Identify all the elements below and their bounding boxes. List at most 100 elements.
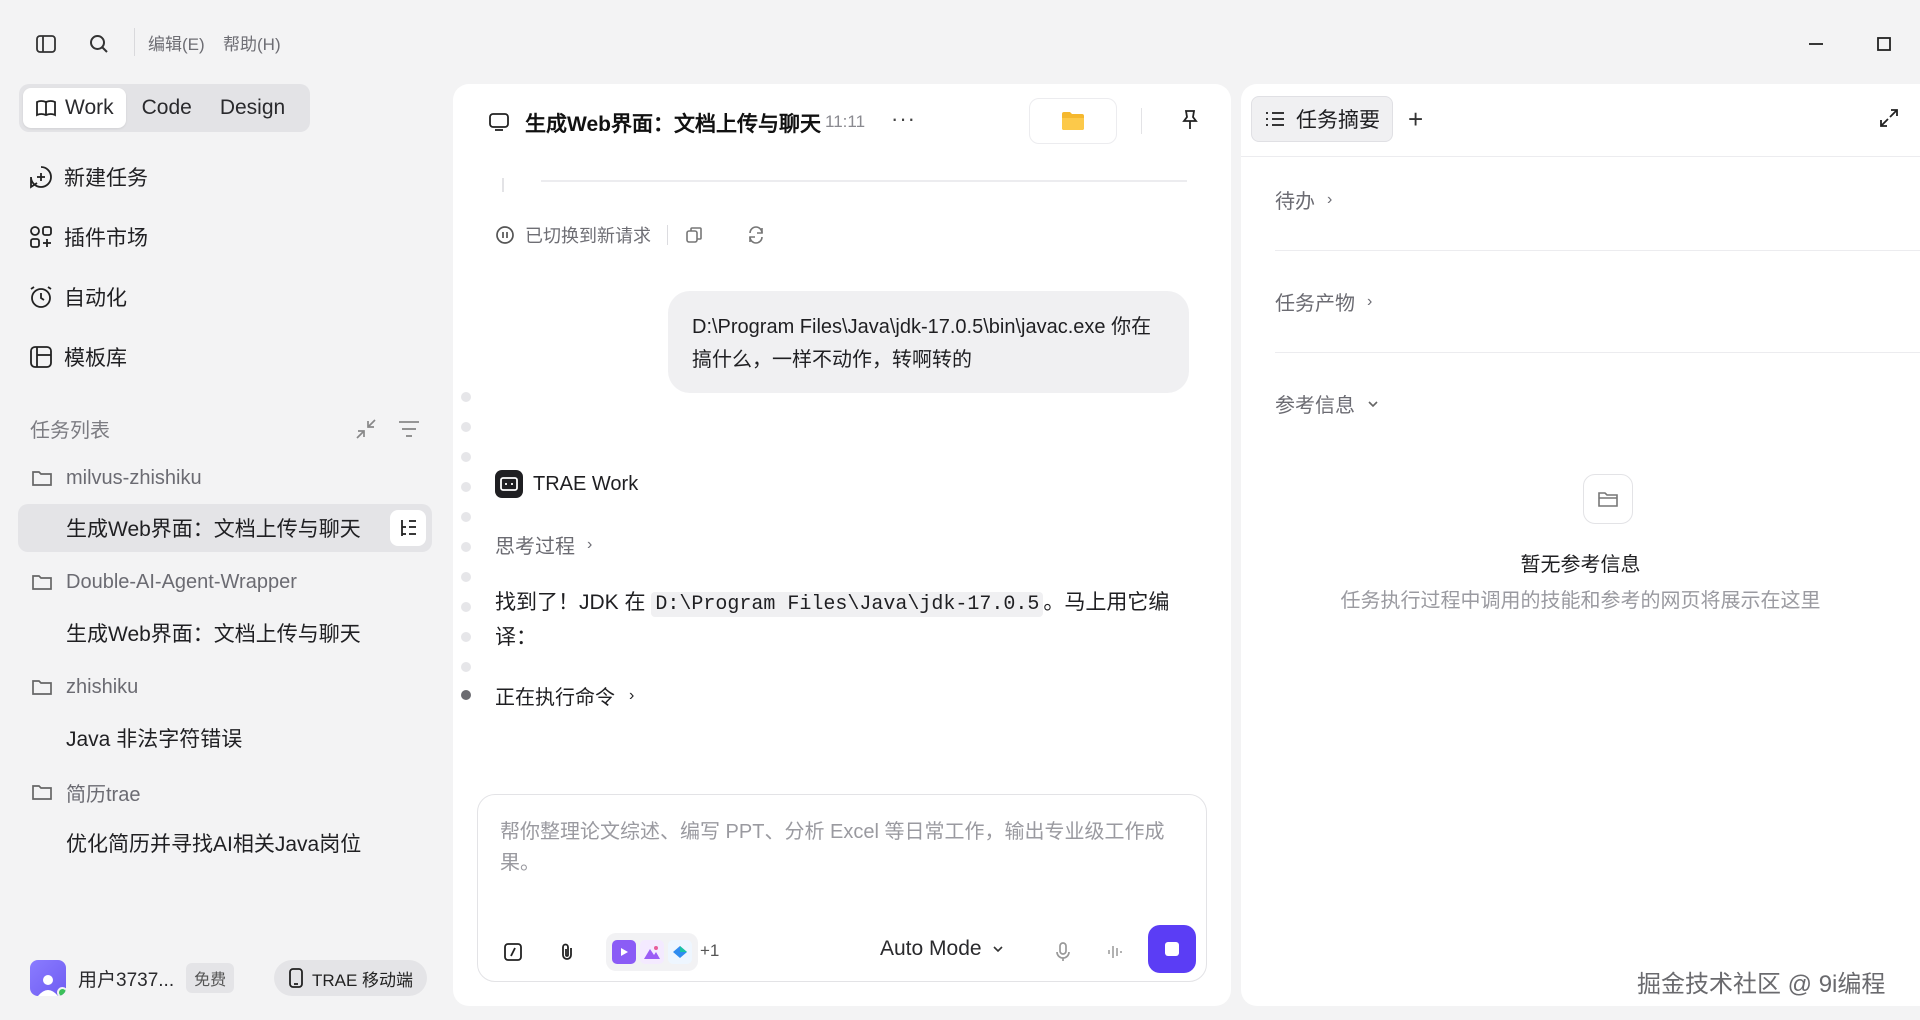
user-message-line: 搞什么，一样不动作，转啊转的	[692, 349, 972, 371]
divider	[667, 225, 668, 245]
nav-new-task[interactable]: 新建任务	[28, 157, 148, 197]
phone-icon	[289, 968, 303, 988]
running-command-toggle[interactable]: 正在执行命令 ›	[495, 681, 634, 710]
skills-group[interactable]	[606, 933, 698, 971]
message-composer[interactable]: 帮你整理论文综述、编写 PPT、分析 Excel 等日常工作，输出专业级工作成 …	[477, 794, 1207, 982]
add-tab-button[interactable]: +	[1408, 106, 1423, 132]
composer-placeholder[interactable]: 帮你整理论文综述、编写 PPT、分析 Excel 等日常工作，输出专业级工作成 …	[500, 817, 1180, 879]
agent-answer: 找到了！JDK 在 D:\Program Files\Java\jdk-17.0…	[495, 586, 1195, 654]
folder-icon	[32, 575, 52, 590]
design-skill-icon	[668, 940, 692, 964]
empty-folder-icon	[1583, 474, 1633, 524]
folder-icon	[32, 471, 52, 486]
filter-icon[interactable]	[396, 416, 422, 442]
mobile-app-label: TRAE 移动端	[312, 970, 414, 990]
divider	[1275, 352, 1920, 353]
chevron-right-icon: ›	[1367, 292, 1373, 310]
chat-panel: 生成Web界面：文档上传与聊天 11:11 ··· 已切换到新请求 D:\Pro…	[453, 84, 1231, 1006]
attachment-icon[interactable]	[552, 937, 582, 967]
template-icon	[30, 346, 52, 368]
task-outline-button[interactable]	[390, 510, 426, 546]
watermark: 掘金技术社区 @ 9i编程	[1637, 971, 1886, 998]
more-skills-count[interactable]: +1	[700, 941, 719, 961]
more-options-button[interactable]: ···	[891, 106, 916, 132]
new-task-icon	[30, 166, 52, 189]
user-message-bubble: D:\Program Files\Java\jdk-17.0.5\bin\jav…	[668, 291, 1189, 393]
stop-button[interactable]	[1148, 925, 1196, 973]
chat-time: 11:11	[825, 112, 866, 131]
mode-selector-label: Auto Mode	[880, 937, 982, 960]
timeline-line	[502, 178, 504, 192]
user-profile[interactable]: 用户3737... 免费	[30, 958, 235, 998]
refresh-icon[interactable]	[746, 225, 766, 245]
placeholder-line: 果。	[500, 852, 540, 874]
video-skill-icon	[612, 940, 636, 964]
section-artifacts[interactable]: 任务产物 ›	[1275, 287, 1372, 316]
voice-wave-icon[interactable]	[1100, 937, 1130, 967]
tree-list-icon	[401, 520, 416, 536]
chat-title: 生成Web界面：文档上传与聊天	[525, 113, 821, 136]
task-list-header: 任务列表	[30, 420, 110, 442]
task-item-active[interactable]: 生成Web界面：文档上传与聊天	[66, 511, 361, 545]
mode-code-label: Code	[141, 96, 192, 119]
title-bar: 编辑(E) 帮助(H)	[0, 0, 1920, 84]
section-todo[interactable]: 待办 ›	[1275, 185, 1332, 214]
menu-help[interactable]: 帮助(H)	[223, 30, 281, 55]
inline-code: D:\Program Files\Java\jdk-17.0.5	[651, 592, 1044, 617]
timeline-dot	[461, 482, 471, 492]
mode-code-tab[interactable]: Code	[130, 88, 204, 128]
mode-switcher: Work Code Design	[19, 84, 310, 132]
nav-plugins[interactable]: 插件市场	[28, 217, 148, 257]
trae-logo-icon	[495, 470, 523, 498]
folder-item[interactable]: Double-AI-Agent-Wrapper	[30, 565, 297, 599]
nav-automation[interactable]: 自动化	[28, 277, 127, 317]
mobile-app-button[interactable]: TRAE 移动端	[274, 960, 428, 996]
search-icon[interactable]	[83, 28, 115, 60]
thinking-toggle[interactable]: 思考过程 ›	[495, 530, 592, 559]
previous-card-edge	[541, 180, 1187, 182]
nav-templates[interactable]: 模板库	[28, 337, 127, 377]
timeline-dot	[461, 422, 471, 432]
mode-selector[interactable]: Auto Mode	[880, 937, 1004, 961]
timeline-dot	[461, 542, 471, 552]
folder-icon	[1062, 112, 1084, 130]
pin-icon[interactable]	[1178, 108, 1206, 136]
divider	[134, 28, 135, 56]
username: 用户3737...	[78, 969, 175, 991]
section-references-label: 参考信息	[1275, 395, 1355, 417]
timeline-dot	[461, 512, 471, 522]
chat-icon	[487, 110, 511, 134]
agent-header: TRAE Work	[495, 470, 638, 498]
folder-item[interactable]: milvus-zhishiku	[30, 461, 202, 495]
task-item[interactable]: 优化简历并寻找AI相关Java岗位	[66, 826, 361, 860]
tab-task-summary[interactable]: 任务摘要	[1251, 96, 1393, 142]
task-item[interactable]: 生成Web界面：文档上传与聊天	[66, 616, 361, 650]
image-skill-icon	[640, 940, 664, 964]
folder-item[interactable]: 简历trae	[30, 775, 140, 809]
expand-icon[interactable]	[1877, 106, 1903, 132]
maximize-icon[interactable]	[1868, 28, 1900, 60]
mode-design-tab[interactable]: Design	[208, 88, 297, 128]
request-switched-notice: 已切换到新请求	[495, 222, 766, 248]
folder-item[interactable]: zhishiku	[30, 670, 138, 704]
timeline-dot-active	[461, 690, 471, 700]
alarm-clock-icon	[30, 286, 52, 308]
microphone-icon[interactable]	[1048, 937, 1078, 967]
copy-icon[interactable]	[684, 225, 704, 245]
slash-command-icon[interactable]	[498, 937, 528, 967]
sidebar-toggle-icon[interactable]	[30, 28, 62, 60]
folder-label: zhishiku	[66, 675, 139, 698]
menu-edit[interactable]: 编辑(E)	[148, 30, 205, 55]
mode-work-tab[interactable]: Work	[23, 88, 126, 128]
section-artifacts-label: 任务产物	[1275, 293, 1355, 315]
collapse-icon[interactable]	[353, 416, 379, 442]
minimize-icon[interactable]	[1800, 28, 1832, 60]
chevron-down-icon	[1368, 400, 1378, 407]
user-message-line: D:\Program Files\Java\jdk-17.0.5\bin\jav…	[692, 316, 1152, 338]
open-folder-button[interactable]	[1029, 98, 1117, 144]
section-todo-label: 待办	[1275, 191, 1315, 213]
section-references[interactable]: 参考信息	[1275, 389, 1379, 418]
nav-new-task-label: 新建任务	[64, 167, 148, 190]
nav-automation-label: 自动化	[64, 287, 127, 310]
task-item[interactable]: Java 非法字符错误	[66, 721, 242, 755]
